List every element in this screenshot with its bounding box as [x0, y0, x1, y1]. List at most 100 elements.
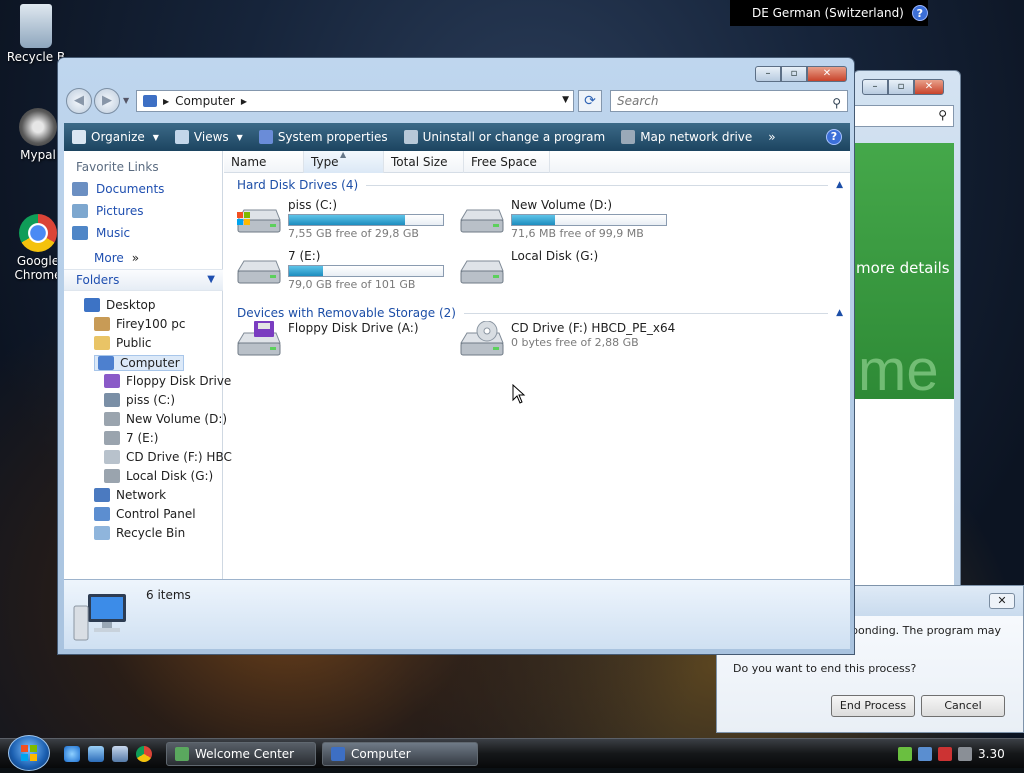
- toolbar-uninstall-or-change-a-program-button[interactable]: Uninstall or change a program: [396, 130, 614, 144]
- refresh-button[interactable]: ⟳: [578, 90, 602, 112]
- breadcrumb-chevron-icon[interactable]: ▶: [241, 97, 247, 106]
- forward-button[interactable]: ▶: [94, 88, 120, 114]
- refresh-icon: ⟳: [584, 93, 596, 109]
- toolbar-overflow-button[interactable]: »: [760, 130, 783, 144]
- tree-item-7-e[interactable]: 7 (E:): [104, 431, 158, 445]
- toolbar-views-button[interactable]: Views ▼: [167, 130, 251, 144]
- taskbar: Welcome Center Computer 3.30: [0, 735, 1024, 771]
- music-folder-icon: [72, 226, 88, 240]
- search-icon[interactable]: ⚲: [832, 93, 841, 113]
- chrome-icon[interactable]: [136, 746, 152, 762]
- favorites-more-link[interactable]: More »: [94, 251, 139, 265]
- dialog-close-button[interactable]: ✕: [989, 593, 1015, 609]
- map-network-drive-icon: [621, 130, 636, 144]
- navigation-bar: ◀ ▶ ▼ ▶ Computer ▶ ▼ ⟳ Search ⚲: [66, 88, 848, 114]
- toolbar-system-properties-button[interactable]: System properties: [251, 130, 396, 144]
- close-button[interactable]: ✕: [807, 66, 847, 82]
- address-dropdown-icon[interactable]: ▼: [562, 95, 569, 105]
- tree-item-icon: [94, 526, 110, 540]
- toolbar-label: System properties: [277, 130, 388, 144]
- search-input[interactable]: Search ⚲: [610, 90, 848, 112]
- floppy-drive-icon: [237, 321, 281, 356]
- tree-item-icon: [104, 450, 120, 464]
- tree-item-computer[interactable]: Computer: [94, 355, 184, 371]
- background-window-welcome-center[interactable]: – ▫ ✕ ⚲ more details me: [853, 70, 961, 590]
- drive-item[interactable]: New Volume (D:) 71,6 MB free of 99,9 MB: [457, 198, 667, 240]
- tree-item-floppy-disk-drive[interactable]: Floppy Disk Drive: [104, 374, 231, 388]
- windows-logo-icon: [21, 745, 37, 761]
- drive-item[interactable]: Floppy Disk Drive (A:): [234, 321, 419, 361]
- maximize-button[interactable]: ▫: [888, 79, 914, 95]
- tree-item-label: New Volume (D:): [126, 412, 228, 426]
- column-name[interactable]: Name: [224, 151, 304, 173]
- tree-item-local-disk-g[interactable]: Local Disk (G:): [104, 469, 213, 483]
- taskbar-item-welcome-center[interactable]: Welcome Center: [166, 742, 316, 766]
- show-desktop-icon[interactable]: [88, 746, 104, 762]
- minimize-button[interactable]: –: [862, 79, 888, 95]
- network-icon[interactable]: [918, 747, 932, 761]
- desktop-icon-recycle-bin[interactable]: Recycle B: [6, 4, 66, 64]
- tree-item-piss-c[interactable]: piss (C:): [104, 393, 175, 407]
- group-header-hard-disk-drives[interactable]: Hard Disk Drives (4) ▲: [237, 178, 843, 192]
- drive-item[interactable]: 7 (E:) 79,0 GB free of 101 GB: [234, 249, 444, 291]
- toolbar-organize-button[interactable]: Organize ▼: [64, 130, 167, 144]
- folders-header[interactable]: Folders ▼: [64, 269, 223, 291]
- tree-item-public[interactable]: Public: [94, 336, 152, 350]
- help-icon[interactable]: ?: [826, 129, 842, 145]
- favorite-link-documents[interactable]: Documents: [72, 182, 164, 196]
- drive-item[interactable]: Local Disk (G:): [457, 249, 598, 289]
- start-button[interactable]: [8, 735, 50, 771]
- volume-muted-icon[interactable]: [958, 747, 972, 761]
- welcome-banner: more details me: [854, 143, 954, 403]
- address-bar[interactable]: ▶ Computer ▶ ▼: [136, 90, 574, 112]
- tree-item-label: Local Disk (G:): [126, 469, 214, 483]
- breadcrumb-chevron-icon[interactable]: ▶: [163, 97, 169, 106]
- recent-pages-chevron-icon[interactable]: ▼: [123, 96, 129, 105]
- task-label: Welcome Center: [195, 747, 295, 761]
- language-bar[interactable]: DE German (Switzerland) ?: [730, 0, 928, 26]
- tree-item-network[interactable]: Network: [94, 488, 166, 502]
- maximize-button[interactable]: ▫: [781, 66, 807, 82]
- tree-item-firey100-pc[interactable]: Firey100 pc: [94, 317, 185, 331]
- tree-item-control-panel[interactable]: Control Panel: [94, 507, 196, 521]
- tree-item-desktop[interactable]: Desktop: [84, 298, 156, 312]
- drive-item[interactable]: piss (C:) 7,55 GB free of 29,8 GB: [234, 198, 444, 240]
- cancel-button[interactable]: Cancel: [921, 695, 1005, 717]
- tree-item-recycle-bin[interactable]: Recycle Bin: [94, 526, 185, 540]
- column-total-size[interactable]: Total Size: [384, 151, 464, 173]
- end-process-button[interactable]: End Process: [831, 695, 915, 717]
- help-icon[interactable]: ?: [911, 5, 928, 21]
- back-button[interactable]: ◀: [66, 88, 92, 114]
- tree-item-icon: [94, 336, 110, 350]
- security-icon[interactable]: [898, 747, 912, 761]
- toolbar-map-network-drive-button[interactable]: Map network drive: [613, 130, 760, 144]
- command-toolbar: Organize ▼ Views ▼ System properties Uninstal…: [64, 123, 850, 151]
- taskbar-item-computer[interactable]: Computer: [322, 742, 478, 766]
- drive-usage-fill: [289, 215, 405, 225]
- favorite-link-pictures[interactable]: Pictures: [72, 204, 144, 218]
- close-button[interactable]: ✕: [914, 79, 944, 95]
- group-header-removable-storage[interactable]: Devices with Removable Storage (2) ▲: [237, 306, 843, 320]
- drive-item[interactable]: CD Drive (F:) HBCD_PE_x64 0 bytes free of…: [457, 321, 675, 361]
- group-label: Devices with Removable Storage (2): [237, 306, 456, 320]
- tree-item-cd-drive-f-hbc[interactable]: CD Drive (F:) HBC: [104, 450, 232, 464]
- internet-explorer-icon[interactable]: [64, 746, 80, 762]
- clock[interactable]: 3.30: [978, 747, 1005, 761]
- column-free-space[interactable]: Free Space: [464, 151, 550, 173]
- network-disconnected-icon[interactable]: [938, 747, 952, 761]
- switch-windows-icon[interactable]: [112, 746, 128, 762]
- breadcrumb-computer[interactable]: Computer: [175, 94, 235, 108]
- collapse-chevron-icon[interactable]: ▲: [836, 180, 843, 190]
- column-type[interactable]: ▲ Type: [304, 150, 384, 173]
- mouse-cursor-icon: [512, 384, 526, 404]
- tree-item-label: Floppy Disk Drive: [126, 374, 232, 388]
- tree-item-new-volume-d[interactable]: New Volume (D:): [104, 412, 227, 426]
- explorer-window: – ▫ ✕ ◀ ▶ ▼ ▶ Computer ▶ ▼ ⟳ Search ⚲ Or…: [57, 57, 855, 655]
- minimize-button[interactable]: –: [755, 66, 781, 82]
- toolbar-label: Views: [193, 130, 229, 144]
- favorite-link-music[interactable]: Music: [72, 226, 130, 240]
- background-search-box[interactable]: ⚲: [854, 105, 954, 127]
- tree-item-label: piss (C:): [126, 393, 176, 407]
- tree-item-icon: [94, 507, 110, 521]
- collapse-chevron-icon[interactable]: ▲: [836, 308, 843, 318]
